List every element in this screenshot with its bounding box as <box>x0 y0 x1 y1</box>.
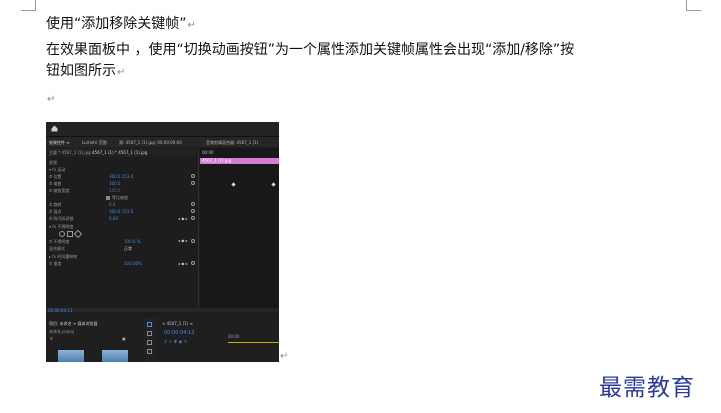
tab-audio-mixer[interactable]: 音频剪辑混合器: 4567_1 (1) <box>206 140 258 146</box>
opacity-keyframe-nav[interactable]: ◂ ◆ ▸ <box>178 238 188 243</box>
heading-text: 使用“添加移除关键帧” <box>46 16 187 32</box>
keyframe-icon[interactable] <box>231 182 236 187</box>
project-tab[interactable]: 项目: 未命名 ≡ 媒体浏览器 <box>49 321 98 327</box>
pen-mask-icon[interactable] <box>73 229 83 239</box>
keyframe-icon[interactable] <box>271 182 276 187</box>
sequence-timecode[interactable]: 00:00:04:13 <box>164 330 195 336</box>
media-thumbnail[interactable] <box>58 350 84 362</box>
media-thumbnail[interactable] <box>102 350 128 362</box>
row-rotation[interactable]: ⏱ 旋转 0.0 <box>49 202 115 208</box>
reset-icon[interactable] <box>191 261 195 265</box>
watermark-logo: 最需教育 <box>599 375 695 401</box>
ripple-edit-tool-icon[interactable] <box>147 340 152 345</box>
speed-keyframe-nav[interactable]: ◂ ◆ ▸ <box>178 261 188 266</box>
paragraph-mark-icon: ↵ <box>117 67 126 78</box>
row-motion[interactable]: ▾ fx 运动 <box>49 167 65 173</box>
crop-mark-top-left <box>21 0 36 11</box>
row-scale-width: ⏱ 缩放宽度 100.0 <box>49 188 121 193</box>
reset-icon[interactable] <box>191 239 195 243</box>
rect-mask-icon[interactable] <box>67 231 73 237</box>
row-opacity[interactable]: ⏱ 不透明度 100.0 % <box>49 239 141 245</box>
track-select-tool-icon[interactable] <box>147 331 152 336</box>
row-mask-tools <box>49 229 83 239</box>
paragraph-mark-icon: ↵ <box>280 351 289 362</box>
row-anchor[interactable]: ⏱ 锚点 360.0 153.0 <box>49 209 133 215</box>
checkbox-icon[interactable] <box>106 196 110 200</box>
premiere-screenshot: 效果控件 ≡ Lumetri 范围 源: 4567_1 (1).jpg: 00:… <box>46 122 279 362</box>
sequence-tab[interactable]: × 4567_1 (1) ≡ <box>162 321 193 326</box>
playhead-timecode[interactable]: 00:00:04:13 <box>48 308 72 313</box>
row-time-remap[interactable]: ▸ fx 时间重映射 <box>49 254 77 260</box>
body-text-line1: 在效果面板中 ，使用“切换动画按钮”为一个属性添加关键帧属性会出现“添加/移除”… <box>46 42 575 58</box>
timeline-tools-icon[interactable]: ⚲∩▼◆✎ <box>164 339 189 344</box>
add-remove-keyframe-button[interactable]: ◂ ◆ ▸ <box>178 216 188 221</box>
row-speed[interactable]: ⏱ 速度 100.00% <box>49 261 142 267</box>
subtab-sequence-clip[interactable]: 4567_1 (1) * 4567_1 (1).jpg <box>92 150 147 155</box>
reset-icon[interactable] <box>191 181 195 185</box>
panel-divider[interactable] <box>198 148 199 308</box>
crop-mark-top-right <box>686 0 701 11</box>
row-position[interactable]: ⏱ 位置 360.0 153.0 <box>49 174 133 180</box>
project-panel: 项目: 未命名 ≡ 媒体浏览器 未命名.prproj ⚲ ▣ <box>46 318 142 362</box>
ellipse-mask-icon[interactable] <box>59 231 65 237</box>
app-topbar <box>46 122 279 137</box>
row-opacity-group[interactable]: ▾ fx 不透明度 <box>49 224 73 230</box>
body-text-line2: 钮如图所示 <box>46 63 116 79</box>
timeline-ruler[interactable]: 00:00 <box>202 150 214 155</box>
tools-panel <box>144 318 156 362</box>
subtab-master[interactable]: 主要 * 4567_1 (1).jpg <box>49 150 91 156</box>
tab-source[interactable]: 源: 4567_1 (1).jpg: 00:00:00:00 <box>119 140 182 146</box>
tab-effect-controls[interactable]: 效果控件 ≡ <box>49 140 70 146</box>
panel-tabs: 效果控件 ≡ Lumetri 范围 源: 4567_1 (1).jpg: 00:… <box>46 137 279 147</box>
sequence-ruler[interactable]: 00:00 <box>228 334 240 339</box>
doc-body-line1: 在效果面板中 ，使用“切换动画按钮”为一个属性添加关键帧属性会出现“添加/移除”… <box>46 40 574 60</box>
doc-empty-line: ↵ <box>46 88 55 110</box>
effect-controls-footer: 00:00:04:13 <box>46 308 279 313</box>
home-icon <box>51 125 58 132</box>
effect-timeline: 00:00 4567_1 (1).jpg <box>200 148 279 308</box>
reset-icon[interactable] <box>191 202 195 206</box>
paragraph-mark-icon: ↵ <box>187 20 196 31</box>
paragraph-mark-icon: ↵ <box>47 94 56 105</box>
doc-body-line2: 钮如图所示↵ <box>46 61 125 83</box>
row-scale[interactable]: ⏱ 缩放 100.0 <box>49 181 120 187</box>
project-filename: 未命名.prproj <box>49 329 75 334</box>
timeline-clip-bar[interactable]: 4567_1 (1).jpg <box>200 158 279 164</box>
reset-icon[interactable] <box>191 174 195 178</box>
search-icon[interactable]: ⚲ <box>50 336 53 341</box>
doc-heading: 使用“添加移除关键帧”↵ <box>46 14 196 36</box>
razor-tool-icon[interactable] <box>147 349 152 354</box>
tab-lumetri-scopes[interactable]: Lumetri 范围 <box>82 140 107 146</box>
row-video: 视频 <box>49 160 57 165</box>
sequence-panel: × 4567_1 (1) ≡ 00:00:04:13 00:00 ⚲∩▼◆✎ <box>158 318 279 362</box>
row-blend-mode[interactable]: 混合模式 正常 <box>49 246 132 252</box>
selection-tool-icon[interactable] <box>147 322 152 327</box>
clip-subtabs: 主要 * 4567_1 (1).jpg 4567_1 (1) * 4567_1 … <box>46 148 197 157</box>
folder-icon[interactable]: ▣ <box>122 336 126 341</box>
work-area-bar[interactable] <box>228 342 279 343</box>
row-anti-flicker[interactable]: ⏱ 防闪烁滤镜 0.00 <box>49 216 118 222</box>
reset-icon[interactable] <box>191 216 195 220</box>
reset-icon[interactable] <box>191 209 195 213</box>
